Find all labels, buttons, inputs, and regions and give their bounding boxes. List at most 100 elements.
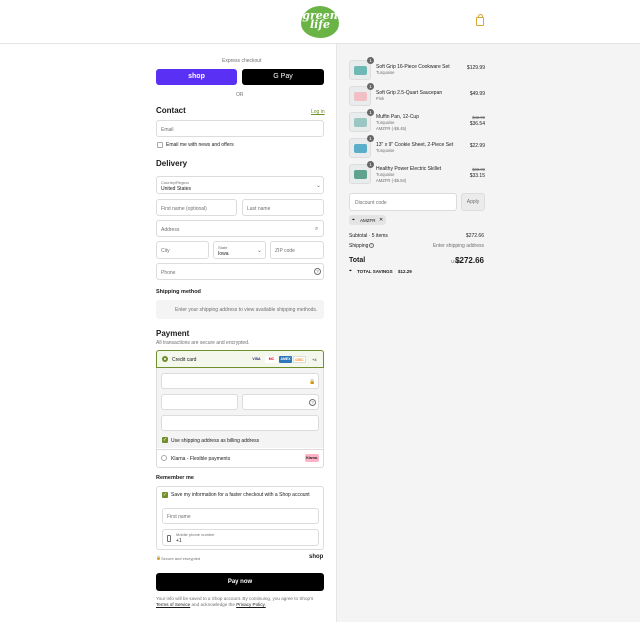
quantity-badge: 1 <box>367 109 374 116</box>
expiry-field[interactable] <box>161 394 238 410</box>
item-price: $129.99 <box>466 65 485 71</box>
discount-code-field[interactable]: Discount code <box>349 193 457 211</box>
last-name-placeholder: Last name <box>247 206 271 212</box>
city-placeholder: City <box>161 248 170 254</box>
legal-line-2: Terms of Service and acknowledge the Pri… <box>156 602 266 607</box>
item-price: $49.99 <box>469 91 485 97</box>
news-label: Email me with news and offers <box>166 142 234 148</box>
discount-tag: ⌖ AMZFR ✕ <box>349 215 386 225</box>
product-variant: Turquoise <box>376 120 395 125</box>
first-name-placeholder: First name (optional) <box>161 206 207 212</box>
lock-icon: 🔒 <box>309 379 316 385</box>
terms-link[interactable]: Terms of Service <box>156 602 190 607</box>
cart-bag-icon[interactable] <box>476 14 484 26</box>
zip-placeholder: ZIP code <box>275 248 295 254</box>
shipping-note-box: Enter your shipping address to view avai… <box>156 300 324 319</box>
shop-first-name-field[interactable]: First name <box>162 508 319 524</box>
discover-icon: DISC <box>293 356 306 363</box>
product-variant: Turquoise <box>376 148 395 153</box>
visa-icon: VISA <box>252 357 261 361</box>
chevron-down-icon: ⌄ <box>257 248 263 254</box>
mastercard-icon: MC <box>265 356 278 363</box>
billing-checkbox[interactable]: ✓ <box>162 437 168 443</box>
product-variant: Turquoise <box>376 70 395 75</box>
savings-label: TOTAL SAVINGS <box>357 269 393 274</box>
search-icon: ⌕ <box>315 226 319 232</box>
klarna-badge: Klarna. <box>305 454 319 462</box>
state-label: State <box>218 245 228 250</box>
credit-card-option[interactable]: Credit card VISA MC AMEX DISC +4 <box>156 350 324 368</box>
discount-note: AMZFR (-$5.84) <box>376 178 407 183</box>
shipping-note: Enter your shipping address to view avai… <box>175 307 318 313</box>
pay-now-button[interactable]: Pay now <box>156 573 324 591</box>
address-placeholder: Address <box>161 227 180 233</box>
total-value: $272.66 <box>455 256 484 265</box>
delivery-heading: Delivery <box>156 159 188 168</box>
phone-placeholder: Phone <box>161 270 176 276</box>
payment-heading: Payment <box>156 329 190 338</box>
phone-field[interactable]: Phone ? <box>156 263 324 280</box>
shop-first-name-placeholder: First name <box>167 514 191 520</box>
last-name-field[interactable]: Last name <box>242 199 324 216</box>
mobile-value: +1 <box>176 538 182 544</box>
city-field[interactable]: City <box>156 241 209 259</box>
quantity-badge: 1 <box>367 83 374 90</box>
klarna-label: Klarna - Flexible payments <box>171 456 231 462</box>
email-placeholder: Email <box>161 127 174 133</box>
product-variant: Turquoise <box>376 172 395 177</box>
login-link[interactable]: Log in <box>311 109 325 115</box>
price-column: $129.99 $49.99 $42.99 $36.54 $22.99 $38.… <box>425 60 485 185</box>
card-number-field[interactable]: 🔒 <box>161 373 319 389</box>
shop-pay-button[interactable]: shop <box>156 69 237 85</box>
google-pay-button[interactable]: G Pay <box>242 69 324 85</box>
quantity-badge: 1 <box>367 57 374 64</box>
country-select[interactable]: Country/Region United States ⌄ <box>156 176 324 194</box>
klarna-option[interactable]: Klarna - Flexible payments Klarna. <box>157 449 323 467</box>
credit-radio[interactable] <box>162 356 168 362</box>
discount-placeholder: Discount code <box>355 200 387 206</box>
zip-field[interactable]: ZIP code <box>270 241 324 259</box>
discount-note: AMZFR (-$6.45) <box>376 126 407 131</box>
shipping-method-heading: Shipping method <box>156 289 201 295</box>
phone-icon <box>167 535 171 542</box>
name-on-card-field[interactable] <box>161 415 319 431</box>
legal-text-1: Your info will be saved to a Shop accoun… <box>156 596 314 601</box>
help-icon[interactable]: ? <box>309 399 316 406</box>
secure-label: Secure and encrypted <box>161 556 201 561</box>
amex-icon: AMEX <box>279 356 292 363</box>
mobile-phone-field[interactable]: Mobile phone number +1 <box>162 529 319 546</box>
help-icon[interactable]: ? <box>369 243 374 248</box>
legal-text-2: and acknowledge the <box>191 602 235 607</box>
country-value: United States <box>161 186 192 192</box>
save-info-label: Save my information for a faster checkou… <box>171 492 310 498</box>
remove-code-icon[interactable]: ✕ <box>379 217 383 223</box>
address-field[interactable]: Address ⌕ <box>156 220 324 237</box>
klarna-radio[interactable] <box>161 455 167 461</box>
chevron-down-icon: ⌄ <box>316 183 322 189</box>
quantity-badge: 1 <box>367 135 374 142</box>
save-info-checkbox[interactable]: ✓ <box>162 492 168 498</box>
original-price: $38.99 <box>472 167 485 172</box>
header: green life <box>0 0 640 44</box>
item-price: $36.54 <box>469 121 485 127</box>
subtotal-value: $272.66 <box>465 233 484 239</box>
tag-icon: ⌖ <box>352 217 355 223</box>
state-select[interactable]: State Iowa ⌄ <box>213 241 266 259</box>
help-icon[interactable]: ? <box>314 268 321 275</box>
remember-heading: Remember me <box>156 475 194 481</box>
subtotal-label: Subtotal · 5 items <box>349 233 388 239</box>
credit-card-label: Credit card <box>172 357 197 363</box>
discount-tag-code: AMZFR <box>360 217 376 223</box>
remember-box: ✓ Save my information for a faster check… <box>156 486 324 550</box>
payment-subtitle: All transactions are secure and encrypte… <box>156 340 250 346</box>
privacy-link[interactable]: Privacy Policy. <box>236 602 266 607</box>
news-checkbox[interactable] <box>157 142 163 148</box>
total-label: Total <box>349 257 366 264</box>
first-name-field[interactable]: First name (optional) <box>156 199 237 216</box>
express-checkout-label: Express checkout <box>222 58 262 64</box>
apply-button[interactable]: Apply <box>461 193 485 211</box>
security-code-field[interactable]: ? <box>242 394 319 410</box>
email-field[interactable]: Email <box>156 120 324 137</box>
greenlife-logo[interactable]: green life <box>301 6 339 38</box>
card-fields: 🔒 ? ✓ Use shipping address as billing ad… <box>157 368 323 448</box>
